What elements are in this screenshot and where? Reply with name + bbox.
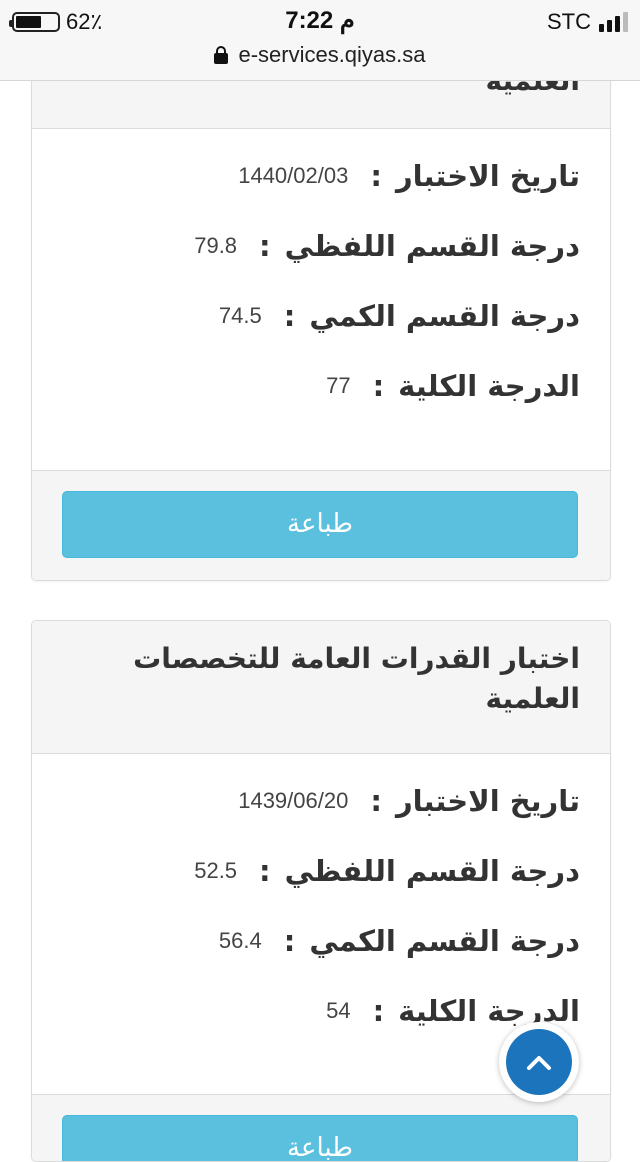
result-panel-1: العلمية تاريخ الاختبار : 1440/02/03 درجة… xyxy=(31,40,611,581)
quant-score-value: 74.5 xyxy=(218,303,262,328)
carrier-indicator: STC xyxy=(547,9,628,35)
verbal-score-value: 52.5 xyxy=(194,858,238,883)
total-score-label: الدرجة الكلية xyxy=(398,369,580,403)
test-date-label: تاريخ الاختبار xyxy=(395,784,580,818)
test-date-row: تاريخ الاختبار : 1440/02/03 xyxy=(238,159,580,193)
panel-header: اختبار القدرات العامة للتخصصات العلمية xyxy=(32,621,610,754)
verbal-score-row: درجة القسم اللفظي : 52.5 xyxy=(194,854,580,888)
print-button[interactable]: طباعة xyxy=(62,491,578,558)
test-date-row: تاريخ الاختبار : 1439/06/20 xyxy=(238,784,580,818)
chevron-up-icon xyxy=(527,1056,551,1070)
quant-score-row: درجة القسم الكمي : 74.5 xyxy=(218,299,580,333)
quant-score-row: درجة القسم الكمي : 56.4 xyxy=(218,924,580,958)
total-score-value: 54 xyxy=(326,998,351,1023)
total-score-label: الدرجة الكلية xyxy=(398,994,580,1028)
clock: 7:22 م xyxy=(285,7,355,34)
quant-score-label: درجة القسم الكمي xyxy=(309,299,580,333)
status-bar: 62٪ 7:22 م STC e-services.qiyas.sa xyxy=(0,0,640,81)
verbal-score-value: 79.8 xyxy=(194,233,238,258)
total-score-row: الدرجة الكلية : 77 xyxy=(326,369,580,403)
test-date-label: تاريخ الاختبار xyxy=(395,159,580,193)
panel-footer: طباعة xyxy=(32,470,610,580)
address-bar[interactable]: e-services.qiyas.sa xyxy=(0,42,640,68)
url-text: e-services.qiyas.sa xyxy=(238,42,426,67)
verbal-score-label: درجة القسم اللفظي xyxy=(284,229,580,263)
quant-score-label: درجة القسم الكمي xyxy=(309,924,580,958)
lock-icon xyxy=(214,46,229,64)
scroll-top-button[interactable] xyxy=(499,1022,579,1102)
verbal-score-row: درجة القسم اللفظي : 79.8 xyxy=(194,229,580,263)
test-date-value: 1439/06/20 xyxy=(238,788,349,813)
carrier-name: STC xyxy=(547,9,591,34)
panel-body: تاريخ الاختبار : 1440/02/03 درجة القسم ا… xyxy=(32,129,610,470)
test-date-value: 1440/02/03 xyxy=(238,163,349,188)
signal-icon xyxy=(599,12,628,32)
panel-footer: طباعة xyxy=(32,1094,610,1161)
panel-title: اختبار القدرات العامة للتخصصات العلمية xyxy=(133,642,580,715)
verbal-score-label: درجة القسم اللفظي xyxy=(284,854,580,888)
total-score-value: 77 xyxy=(326,373,351,398)
print-button[interactable]: طباعة xyxy=(62,1115,578,1161)
quant-score-value: 56.4 xyxy=(218,928,262,953)
